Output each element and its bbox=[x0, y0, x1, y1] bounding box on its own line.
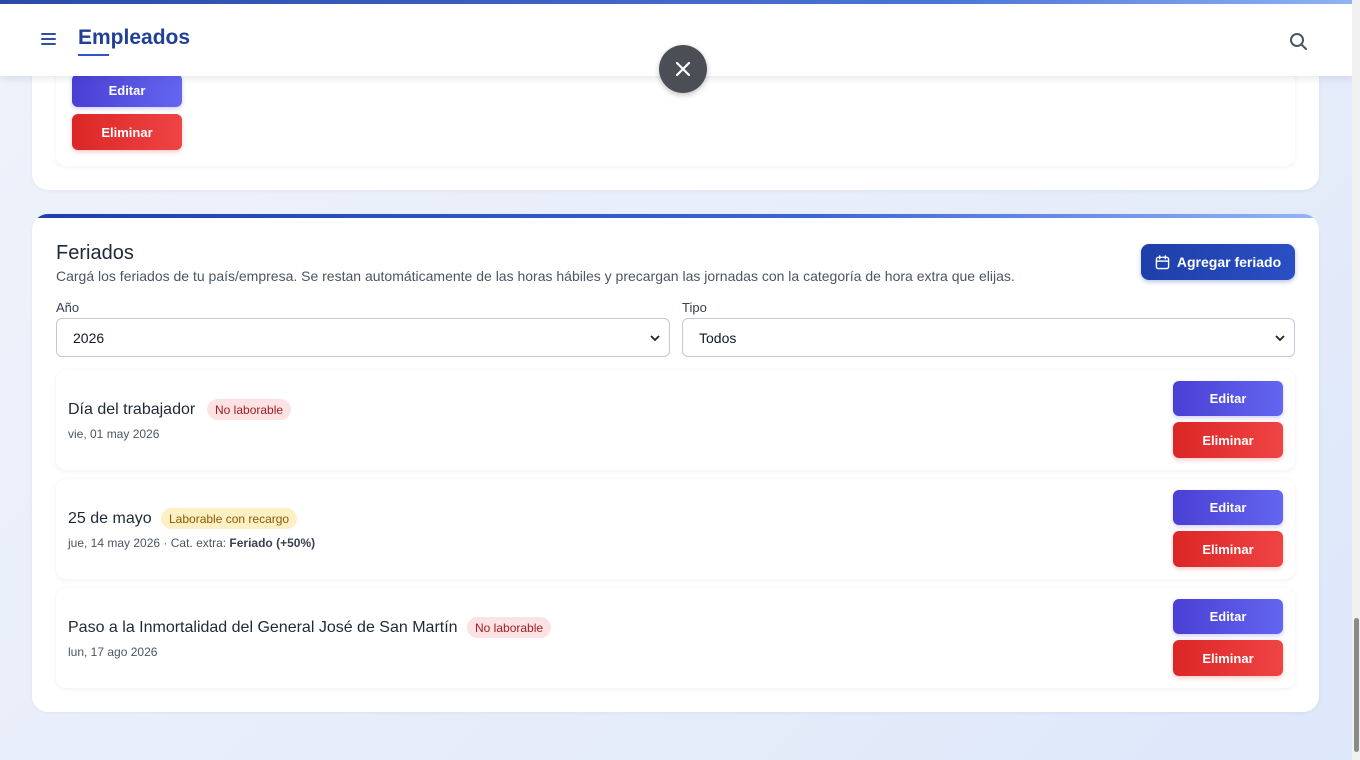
section-title: Feriados bbox=[56, 242, 134, 264]
type-select[interactable]: Todos bbox=[682, 318, 1295, 357]
holiday-item: Día del trabajador No laborable vie, 01 … bbox=[56, 370, 1295, 470]
holiday-date-text: vie, 01 may 2026 bbox=[68, 427, 160, 441]
edit-button[interactable]: Editar bbox=[72, 74, 182, 107]
extra-category-value: Feriado (+50%) bbox=[229, 536, 316, 550]
type-select-value: Todos bbox=[699, 329, 737, 346]
status-badge: No laborable bbox=[467, 617, 552, 638]
type-label: Tipo bbox=[682, 300, 707, 315]
year-select[interactable]: 2026 bbox=[56, 318, 670, 357]
section-description: Cargá los feriados de tu país/empresa. S… bbox=[56, 268, 1015, 284]
holiday-name: Paso a la Inmortalidad del General José … bbox=[68, 619, 458, 636]
edit-button[interactable]: Editar bbox=[1173, 599, 1283, 634]
delete-button[interactable]: Eliminar bbox=[72, 114, 182, 150]
calendar-icon bbox=[1155, 254, 1170, 269]
holiday-name: Día del trabajador bbox=[68, 401, 196, 418]
add-holiday-button[interactable]: Agregar feriado bbox=[1141, 244, 1295, 280]
hamburger-menu-icon[interactable] bbox=[38, 28, 60, 50]
close-icon bbox=[675, 61, 691, 77]
holiday-item: Paso a la Inmortalidad del General José … bbox=[56, 588, 1295, 688]
holidays-section: Feriados Cargá los feriados de tu país/e… bbox=[32, 214, 1319, 712]
title-underline bbox=[78, 54, 109, 56]
status-badge: Laborable con recargo bbox=[161, 508, 298, 529]
holiday-item: 25 de mayo Laborable con recargo jue, 14… bbox=[56, 479, 1295, 579]
delete-button[interactable]: Eliminar bbox=[1173, 640, 1283, 676]
search-icon[interactable] bbox=[1288, 31, 1310, 53]
page-title: Empleados bbox=[78, 26, 191, 49]
close-button[interactable] bbox=[659, 45, 707, 93]
add-holiday-label: Agregar feriado bbox=[1176, 254, 1282, 270]
year-select-value: 2026 bbox=[73, 329, 105, 346]
section-accent-bar bbox=[32, 214, 1319, 218]
edit-button[interactable]: Editar bbox=[1173, 381, 1283, 416]
scrollbar-thumb[interactable] bbox=[1354, 618, 1359, 752]
delete-button[interactable]: Eliminar bbox=[1173, 422, 1283, 458]
holiday-date-text: jue, 14 may 2026 bbox=[68, 536, 161, 550]
top-accent-bar bbox=[0, 0, 1352, 4]
holiday-name: 25 de mayo bbox=[68, 510, 152, 527]
holiday-date: lun, 17 ago 2026 bbox=[68, 645, 157, 659]
holiday-date: jue, 14 may 2026 · Cat. extra: Feriado (… bbox=[68, 536, 315, 550]
holiday-date: vie, 01 may 2026 bbox=[68, 427, 159, 441]
status-badge: No laborable bbox=[207, 399, 292, 420]
holiday-date-text: lun, 17 ago 2026 bbox=[68, 645, 158, 659]
chevron-down-icon bbox=[650, 335, 660, 342]
delete-button[interactable]: Eliminar bbox=[1173, 531, 1283, 567]
extra-category-prefix: · Cat. extra: bbox=[160, 536, 230, 550]
year-label: Año bbox=[56, 300, 80, 315]
chevron-down-icon bbox=[1275, 335, 1285, 342]
edit-button[interactable]: Editar bbox=[1173, 490, 1283, 525]
